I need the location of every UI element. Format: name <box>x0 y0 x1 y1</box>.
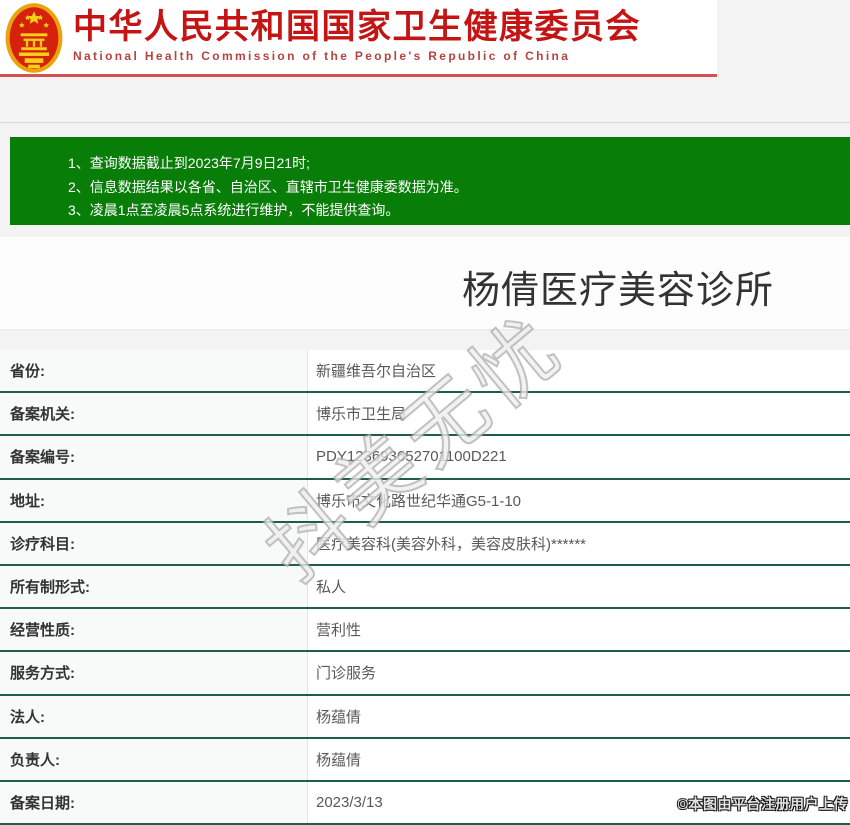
field-value: 新疆维吾尔自治区 <box>308 350 850 392</box>
field-value: 营利性 <box>308 609 850 651</box>
page: 中华人民共和国国家卫生健康委员会 National Health Commiss… <box>0 0 850 825</box>
table-row: 地址: 博乐市文化路世纪华通G5-1-10 <box>0 479 850 523</box>
field-label: 备案机关: <box>0 393 308 435</box>
field-label: 备案编号: <box>0 436 308 478</box>
notice-line: 1、查询数据截止到2023年7月9日21时; <box>68 155 310 171</box>
table-row: 负责人: 杨蕴倩 <box>0 738 850 782</box>
field-label: 诊疗科目: <box>0 522 308 564</box>
notice-line: 3、凌晨1点至凌晨5点系统进行维护，不能提供查询。 <box>68 202 400 218</box>
image-credit: ©本图由平台注册用户上传 <box>677 796 848 812</box>
table-row: 省份: 新疆维吾尔自治区 <box>0 350 850 394</box>
field-value: 门诊服务 <box>308 652 850 694</box>
notice-banner: 1、查询数据截止到2023年7月9日21时; 2、信息数据结果以各省、自治区、直… <box>10 137 850 225</box>
record-table: 省份: 新疆维吾尔自治区 备案机关: 博乐市卫生局 备案编号: PDY12369… <box>0 350 850 825</box>
field-label: 所有制形式: <box>0 565 308 608</box>
result-title-section: 杨倩医疗美容诊所 <box>0 237 850 330</box>
field-value: PDY123693652701100D221 <box>308 436 850 478</box>
table-row: 法人: 杨蕴倩 <box>0 695 850 739</box>
field-value: 杨蕴倩 <box>308 695 850 737</box>
field-label: 服务方式: <box>0 652 308 694</box>
site-title-en: National Health Commission of the People… <box>73 49 571 63</box>
notice-line: 2、信息数据结果以各省、自治区、直辖市卫生健康委数据为准。 <box>68 178 468 195</box>
table-row: 所有制形式: 私人 <box>0 565 850 610</box>
field-value: 私人 <box>308 565 850 608</box>
national-emblem-icon <box>5 3 63 73</box>
site-header: 中华人民共和国国家卫生健康委员会 National Health Commiss… <box>0 0 717 77</box>
table-row: 服务方式: 门诊服务 <box>0 652 850 696</box>
header-titles: 中华人民共和国国家卫生健康委员会 National Health Commiss… <box>73 0 641 63</box>
horizontal-divider <box>0 122 850 123</box>
site-title-cn: 中华人民共和国国家卫生健康委员会 <box>73 8 641 46</box>
field-value: 博乐市文化路世纪华通G5-1-10 <box>308 479 850 521</box>
page-title: 杨倩医疗美容诊所 <box>462 270 775 312</box>
table-row: 备案编号: PDY123693652701100D221 <box>0 436 850 480</box>
field-label: 法人: <box>0 695 308 737</box>
table-row: 诊疗科目: 医疗美容科(美容外科，美容皮肤科)****** <box>0 522 850 566</box>
field-label: 经营性质: <box>0 609 308 651</box>
field-label: 地址: <box>0 479 308 521</box>
table-row: 经营性质: 营利性 <box>0 609 850 653</box>
field-label: 备案日期: <box>0 781 308 824</box>
field-label: 负责人: <box>0 738 308 780</box>
field-value: 博乐市卫生局 <box>308 393 850 435</box>
field-value: 医疗美容科(美容外科，美容皮肤科)****** <box>308 522 850 564</box>
table-row: 备案机关: 博乐市卫生局 <box>0 393 850 437</box>
field-label: 省份: <box>0 350 308 392</box>
field-value: 杨蕴倩 <box>308 738 850 780</box>
